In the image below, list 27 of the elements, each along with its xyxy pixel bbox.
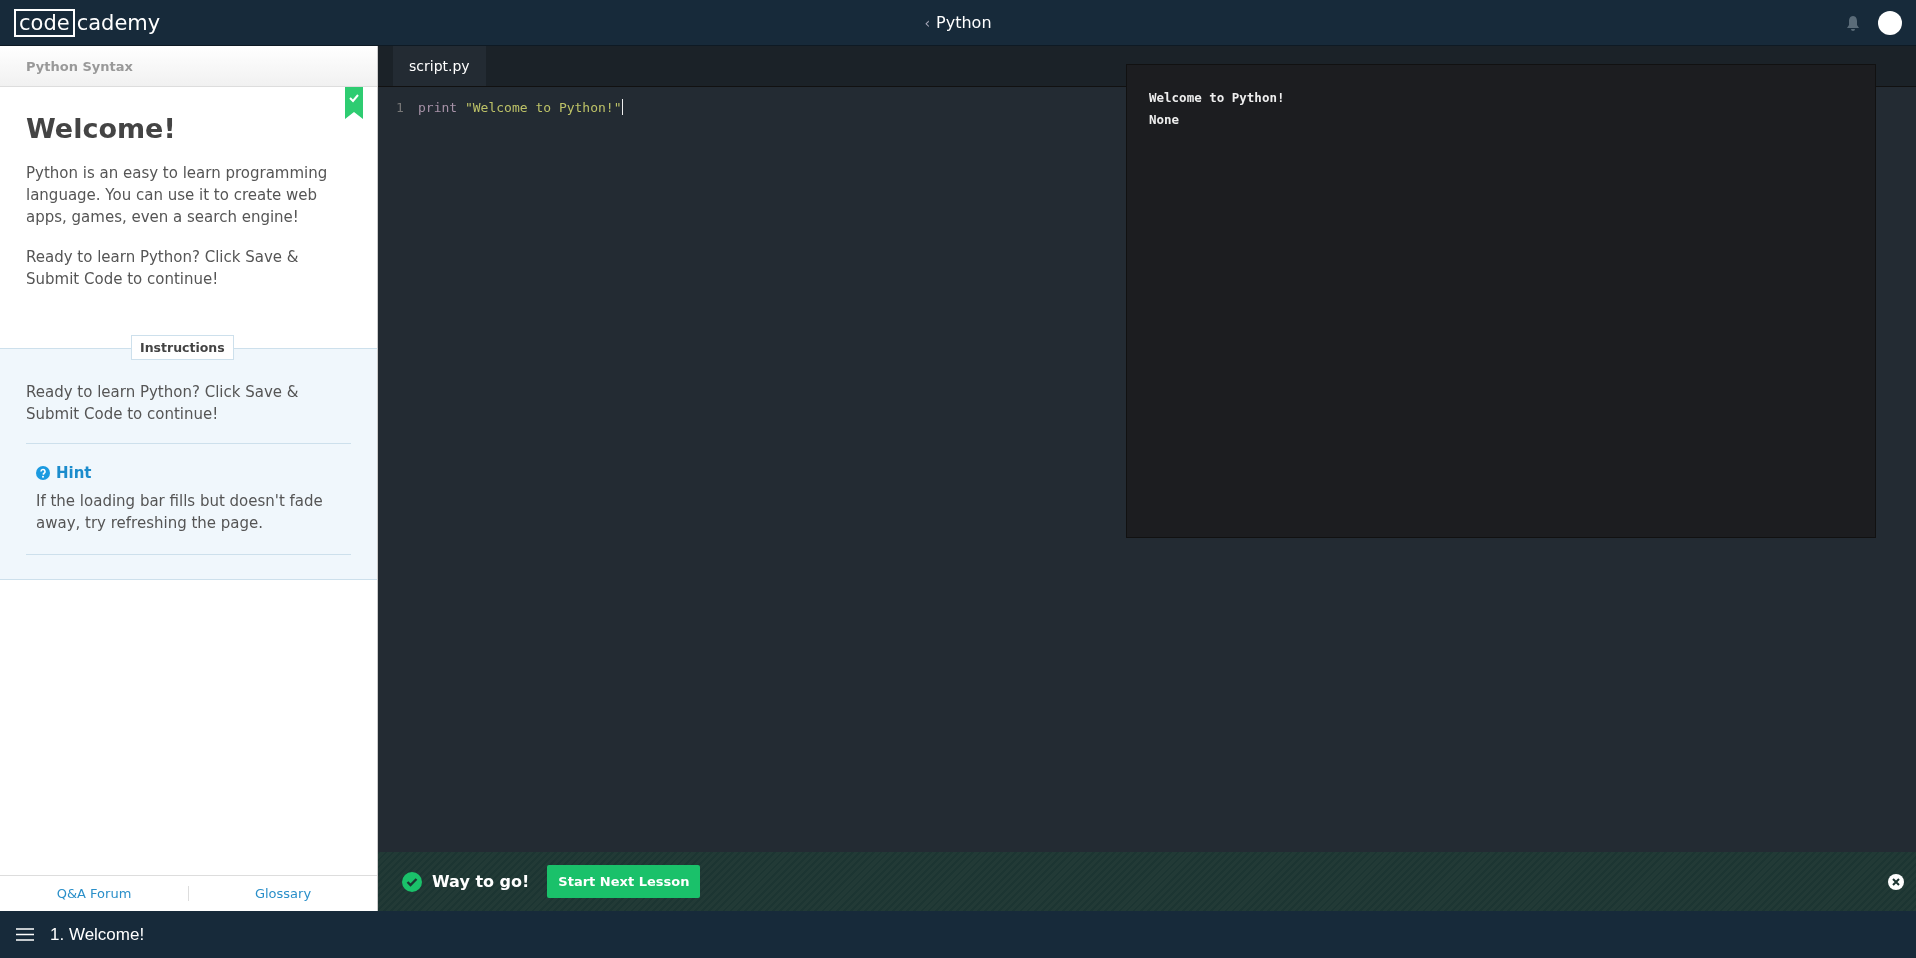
file-tab[interactable]: script.py	[393, 46, 486, 86]
course-title: Python	[936, 13, 992, 32]
output-line: None	[1149, 111, 1181, 129]
instructions-label: Instructions	[131, 335, 234, 360]
lesson-paragraph: Python is an easy to learn programming language. You can use it to create web apps, games, even a search engine!	[26, 163, 329, 228]
menu-icon[interactable]	[16, 928, 34, 941]
bell-icon[interactable]	[1846, 14, 1860, 31]
lesson-title: Welcome!	[26, 113, 177, 144]
lesson-paragraph: Ready to learn Python? Click Save & Submit Code to continue!	[26, 247, 300, 290]
output-line: Welcome to Python!	[1149, 89, 1286, 107]
check-circle-icon	[402, 871, 422, 892]
help-icon	[36, 466, 50, 480]
code-line: print "Welcome to Python!"	[418, 99, 622, 115]
hint-text: If the loading bar fills but doesn't fade away, try refreshing the page.	[36, 491, 324, 534]
back-chevron[interactable]: ‹	[924, 14, 931, 31]
footer-link[interactable]: Q&A Forum	[0, 886, 188, 901]
logo[interactable]: code cademy	[14, 8, 161, 37]
current-lesson: 1. Welcome!	[50, 924, 145, 945]
feedback-message: Way to go!	[432, 872, 530, 891]
close-icon[interactable]	[1888, 873, 1904, 890]
line-number: 1	[396, 99, 404, 115]
text-cursor	[621, 99, 623, 115]
avatar[interactable]	[1878, 10, 1902, 35]
footer-link[interactable]: Glossary	[188, 886, 377, 901]
instructions-text: Ready to learn Python? Click Save & Submit Code to continue!	[26, 381, 351, 444]
start-next-lesson-button[interactable]: Start Next Lesson	[547, 865, 701, 898]
hint-toggle[interactable]: Hint	[36, 464, 92, 482]
